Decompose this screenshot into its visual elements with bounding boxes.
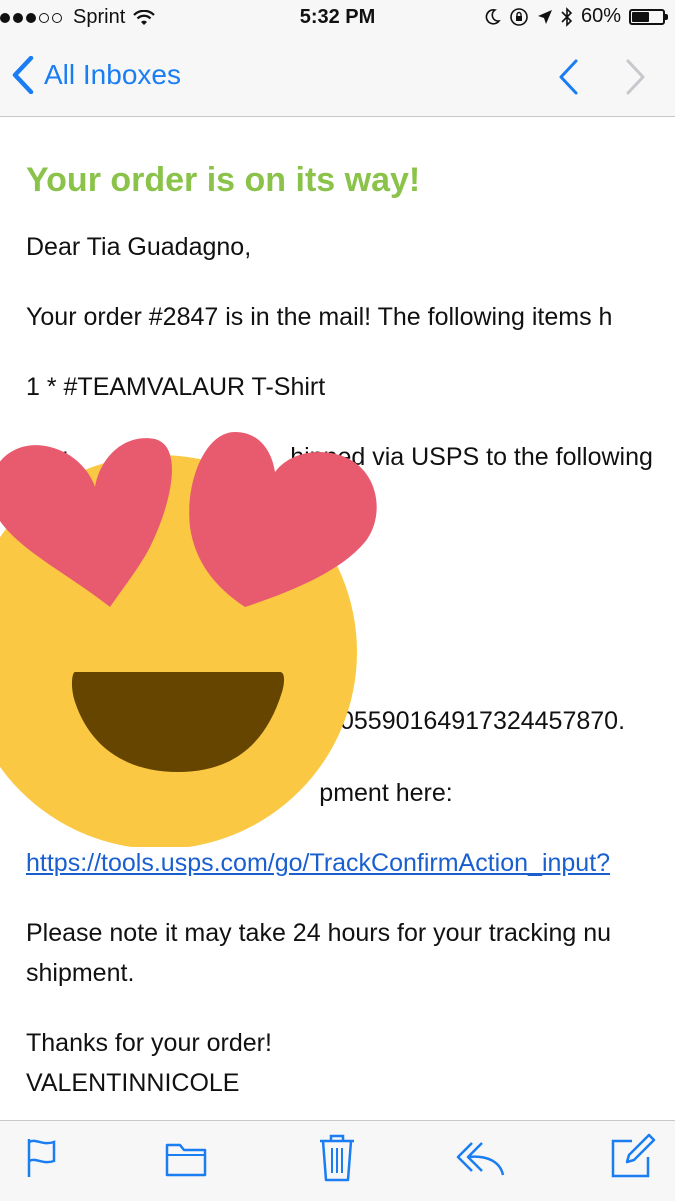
trash-icon[interactable] (318, 1133, 356, 1183)
back-button[interactable]: All Inboxes (12, 56, 181, 94)
nav-bar: All Inboxes (0, 38, 675, 117)
email-title: Your order is on its way! (26, 161, 421, 199)
next-message-icon[interactable] (624, 58, 648, 96)
previous-message-icon[interactable] (556, 58, 580, 96)
rotation-lock-icon (510, 7, 528, 26)
location-arrow-icon (537, 9, 552, 24)
reply-icon[interactable] (456, 1137, 506, 1179)
thanks-line: Thanks for your order! (26, 1029, 272, 1057)
compose-icon[interactable] (610, 1133, 656, 1179)
flag-icon[interactable] (24, 1137, 60, 1179)
order-item: 1 * #TEAMVALAUR T-Shirt (26, 373, 326, 401)
note-line-1: Please note it may take 24 hours for you… (26, 919, 612, 947)
tracking-link[interactable]: https://tools.usps.com/go/TrackConfirmAc… (26, 849, 610, 878)
status-right: 60% (483, 5, 668, 28)
chevron-left-icon (12, 56, 34, 94)
greeting: Dear Tia Guadagno, (26, 233, 252, 261)
heart-eyes-emoji-icon (0, 432, 377, 847)
battery-icon (629, 8, 668, 25)
bluetooth-icon (561, 6, 573, 27)
order-line: Your order #2847 is in the mail! The fol… (26, 303, 613, 331)
moon-icon (485, 8, 501, 25)
bottom-toolbar (0, 1120, 675, 1201)
message-body: Your order is on its way! Dear Tia Guada… (0, 117, 675, 1120)
status-bar: Sprint 5:32 PM 60% (0, 0, 675, 38)
note-line-2: shipment. (26, 959, 135, 987)
back-label: All Inboxes (44, 59, 181, 90)
battery-percent: 60% (580, 5, 621, 27)
folder-icon[interactable] (164, 1137, 208, 1179)
signature: VALENTINNICOLE (26, 1069, 240, 1097)
